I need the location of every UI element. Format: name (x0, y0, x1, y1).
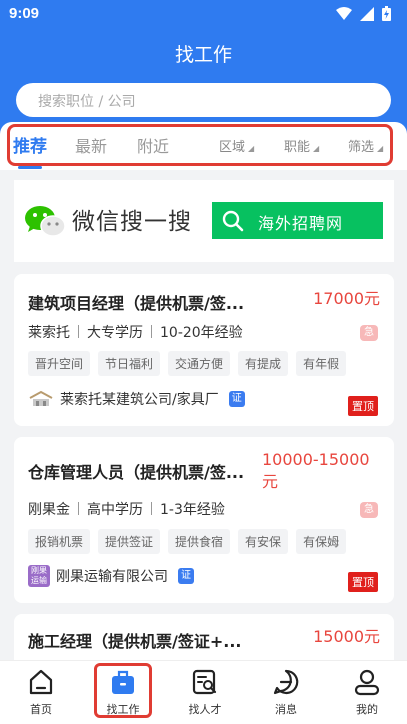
job-title: 施工经理（提供机票/签证+... (28, 632, 242, 651)
job-tag: 有保姆 (296, 529, 347, 554)
filter-bar-highlight (7, 124, 393, 166)
job-location: 莱索托 (28, 325, 70, 341)
wifi-icon (336, 6, 352, 20)
job-education: 高中学历 (87, 502, 143, 518)
nav-home[interactable]: 首页 (6, 661, 76, 724)
search-input[interactable]: 搜索职位 / 公司 (16, 83, 391, 117)
company-name: 刚果运输有限公司 (56, 569, 168, 585)
job-tags: 晋升空间 节日福利 交通方便 有提成 有年假 (28, 351, 347, 376)
status-bar: 9:09 (0, 0, 407, 28)
job-salary: 10000-15000元 (262, 450, 370, 491)
job-card[interactable]: 仓库管理人员（提供机票/签... 10000-15000元 刚果金 高中学历 1-3… (14, 437, 394, 603)
job-tag: 有年假 (296, 351, 347, 376)
battery-icon (382, 6, 391, 21)
job-location: 刚果金 (28, 502, 70, 518)
job-experience: 1-3年经验 (160, 502, 225, 518)
job-tag: 节日福利 (98, 351, 161, 376)
company-logo: 刚果运输 (28, 565, 50, 587)
verified-badge: 证 (228, 391, 245, 407)
nav-label: 找人才 (188, 703, 222, 716)
job-tag: 提供签证 (98, 529, 161, 554)
nav-label: 消息 (275, 703, 297, 716)
verified-badge: 证 (178, 568, 194, 584)
job-salary: 15000元 (313, 627, 380, 646)
nav-label: 我的 (356, 703, 378, 716)
message-icon (273, 669, 299, 695)
company-name: 莱索托某建筑公司/家具厂 (60, 392, 219, 408)
job-tag: 有安保 (238, 529, 289, 554)
search-placeholder: 搜索职位 / 公司 (38, 94, 136, 110)
job-card[interactable]: 建筑项目经理（提供机票/签... 17000元 莱索托 大专学历 10-20年经验 … (14, 274, 394, 426)
job-title: 建筑项目经理（提供机票/签... (28, 294, 245, 313)
pinned-badge: 置顶 (348, 396, 378, 416)
home-icon (29, 669, 53, 695)
status-time: 9:09 (9, 5, 40, 22)
urgent-badge: 急 (360, 325, 378, 341)
job-meta: 刚果金 高中学历 1-3年经验 (28, 499, 225, 519)
job-tag: 晋升空间 (28, 351, 91, 376)
job-meta: 莱索托 大专学历 10-20年经验 (28, 322, 243, 342)
wechat-search-button[interactable]: 海外招聘网 (212, 202, 383, 239)
pinned-badge: 置顶 (348, 572, 378, 592)
wechat-search-label: 海外招聘网 (258, 214, 344, 233)
company-row: 刚果运输 刚果运输有限公司 证 (28, 565, 194, 587)
job-title: 仓库管理人员（提供机票/签... (28, 463, 245, 482)
nav-label: 首页 (30, 703, 52, 716)
job-salary: 17000元 (313, 289, 380, 308)
nav-active-highlight (94, 663, 152, 718)
search-icon (222, 210, 244, 232)
nav-profile[interactable]: 我的 (332, 661, 402, 724)
bottom-nav: 首页 找工作 找人才 消息 我的 (0, 660, 407, 724)
wechat-icon (25, 206, 66, 237)
page-title: 找工作 (174, 44, 232, 66)
nav-messages[interactable]: 消息 (251, 661, 321, 724)
nav-find-talent[interactable]: 找人才 (170, 661, 240, 724)
profile-icon (354, 669, 380, 696)
job-tag: 提供食宿 (168, 529, 231, 554)
urgent-badge: 急 (360, 502, 378, 518)
job-tags: 报销机票 提供签证 提供食宿 有安保 有保姆 (28, 529, 347, 554)
job-tag: 有提成 (238, 351, 289, 376)
job-tag: 交通方便 (168, 351, 231, 376)
company-logo-icon (28, 390, 54, 408)
wechat-search-text: 微信搜一搜 (72, 209, 192, 235)
talent-search-icon (192, 669, 217, 695)
company-row: 莱索托某建筑公司/家具厂 证 (28, 389, 245, 409)
job-education: 大专学历 (87, 325, 143, 341)
signal-icon (360, 6, 374, 21)
tab-active-indicator (18, 166, 42, 169)
job-tag: 报销机票 (28, 529, 91, 554)
job-experience: 10-20年经验 (160, 325, 243, 341)
